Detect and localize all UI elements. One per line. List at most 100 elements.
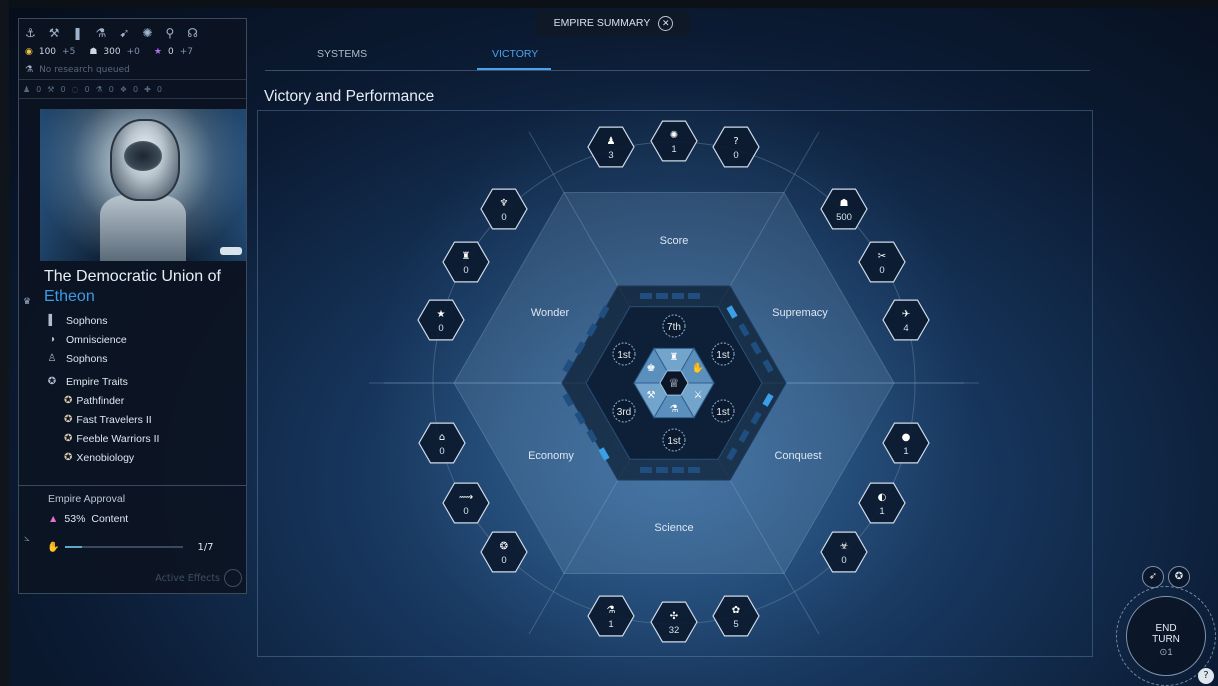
research-text: No research queued <box>39 65 130 75</box>
trait-item[interactable]: ✪ Pathfinder <box>46 391 246 410</box>
laurel-icon: ♕ <box>669 376 680 390</box>
panel-divider <box>19 485 246 486</box>
progress-bar-segment <box>672 293 684 299</box>
outer-hex-value: 3 <box>608 150 613 161</box>
economy-icon: ⚒ <box>647 390 656 401</box>
influence-star-icon: ★ <box>153 47 162 57</box>
supremacy-icon: ✋ <box>692 361 704 374</box>
affinity-row[interactable]: ▌ Sophons <box>46 311 246 330</box>
rank-value-economy: 3rd <box>617 407 631 418</box>
trade-route-icon: ⟿ <box>459 492 473 503</box>
trait-item[interactable]: ✪ Xenobiology <box>46 448 246 467</box>
sector-label-wonder: Wonder <box>531 307 570 319</box>
ideology-label: Omniscience <box>66 333 127 346</box>
unknown-icon: ? <box>733 136 738 147</box>
stat-value: 0 <box>133 84 139 94</box>
stat-food-icon: ♟ <box>23 84 31 94</box>
progress-bar-segment <box>656 467 668 473</box>
research-status[interactable]: ⚗ No research queued <box>19 61 246 80</box>
alien-icon: ☣ <box>840 541 849 552</box>
bookmark-icon: ▌ <box>48 315 56 326</box>
turn-counter: ⊙1 <box>1159 647 1173 658</box>
market-icon: ⌂ <box>439 432 445 443</box>
approval-value[interactable]: ▲ 53% Content <box>48 513 128 525</box>
trait-label: Pathfinder <box>76 394 125 407</box>
trait-label: Fast Travelers II <box>76 413 152 426</box>
science-icon: ⚗ <box>670 404 679 415</box>
outer-hex-value: 5 <box>733 619 738 630</box>
trait-item[interactable]: ✪ Feeble Warriors II <box>46 429 246 448</box>
population-type-icon: ♙ <box>47 353 57 364</box>
active-effects-button[interactable]: Active Effects <box>155 569 242 587</box>
sector-label-supremacy: Supremacy <box>772 307 828 319</box>
stat-value: 0 <box>36 84 42 94</box>
trait-icon: ✪ <box>64 414 73 425</box>
approval-progress-track <box>65 546 184 548</box>
progress-bar-segment <box>656 293 668 299</box>
rank-value-wonder: 1st <box>617 350 631 361</box>
flask-icon: ⚗ <box>25 65 34 75</box>
trait-label: Feeble Warriors II <box>76 432 160 445</box>
handshake-icon: ✋ <box>47 541 60 553</box>
outer-hex-value: 1 <box>671 144 676 155</box>
approval-icon[interactable]: ✺ <box>142 26 152 40</box>
stat-industry-icon: ⚒ <box>47 84 55 94</box>
science-icon[interactable]: ⚗ <box>96 26 107 40</box>
outer-hex-value: 0 <box>841 555 846 566</box>
approval-progress: ✋ 1/7 <box>47 539 217 555</box>
industry-icon[interactable]: ⚒ <box>49 26 60 40</box>
science-icon: ✿ <box>732 605 740 616</box>
stat-row: ♟ 0 ⚒ 0 ◌ 0 ⚗ 0 ❖ 0 ✚ 0 <box>19 80 246 99</box>
population-icon: ♟ <box>607 136 616 147</box>
portrait-body <box>100 195 186 261</box>
outer-hex-value: 0 <box>501 212 506 223</box>
outer-hex-value: 0 <box>733 150 738 161</box>
stat-value: 0 <box>60 84 66 94</box>
end-turn-button[interactable]: END TURN ⊙1 <box>1126 596 1206 676</box>
help-icon[interactable]: ? <box>1198 668 1214 684</box>
active-effects-label: Active Effects <box>155 572 220 584</box>
dust-icon[interactable]: ❚ <box>73 26 83 40</box>
population-row[interactable]: ♙ Sophons <box>46 349 246 368</box>
graph-icon[interactable]: ⦣ <box>24 533 30 544</box>
wonder-icon: ♚ <box>647 363 656 374</box>
flask-icon: ⚗ <box>607 605 616 616</box>
approval-icon: ✺ <box>670 130 678 141</box>
end-turn-widget: END TURN ⊙1 ? <box>1112 586 1216 686</box>
outer-hex-value: 0 <box>463 506 468 517</box>
approval-percent: 53% <box>64 513 86 525</box>
rank-value-score: 7th <box>667 322 681 333</box>
end-turn-label: END <box>1155 623 1177 634</box>
trait-icon: ✪ <box>64 395 73 406</box>
outer-hex-value: 1 <box>608 619 613 630</box>
outer-hex-value: 0 <box>463 265 468 276</box>
planet-shortcut-icon[interactable]: ✪ <box>1168 566 1190 588</box>
resource-bar: ◉ 100 +5 ☗ 300 +0 ★ 0 +7 <box>19 43 246 61</box>
empire-name: The Democratic Union of Etheon <box>44 267 249 307</box>
resource-icon: ❂ <box>500 541 508 552</box>
empire-traits-list: ▌ Sophons ◑ Omniscience ♙ Sophons ✪ Empire T… <box>46 311 246 467</box>
approval-progress-fraction: 1/7 <box>197 541 214 553</box>
diplomacy-icon: ✂ <box>878 251 886 262</box>
empire-name-line1: The Democratic Union of <box>44 268 221 285</box>
fleet-shortcut-icon[interactable]: ➶ <box>1142 566 1164 588</box>
progress-bar-segment <box>640 293 652 299</box>
trait-item[interactable]: ✪ Fast Travelers II <box>46 410 246 429</box>
bomb-icon: ● <box>902 432 911 443</box>
strategic-icon[interactable]: ⚲ <box>165 26 174 40</box>
leader-portrait <box>40 109 246 261</box>
dust-value: 100 <box>38 47 57 57</box>
crown-icon: ♛ <box>23 297 32 307</box>
planet-icon: ◐ <box>878 492 887 503</box>
stat-science-icon: ⚗ <box>95 84 103 94</box>
stat-influence-icon: ❖ <box>119 84 128 94</box>
stat-value: 0 <box>108 84 114 94</box>
portrait-visor <box>124 141 162 171</box>
fleet-icon[interactable]: ⚓ <box>25 26 36 40</box>
approval-status: Content <box>91 513 129 525</box>
influence-icon[interactable]: ➹ <box>119 26 129 40</box>
diplomacy-icon[interactable]: ☊ <box>187 26 198 40</box>
ideology-row[interactable]: ◑ Omniscience <box>46 330 246 349</box>
influence-value: 0 <box>167 47 174 57</box>
traits-icon: ✪ <box>47 376 57 387</box>
